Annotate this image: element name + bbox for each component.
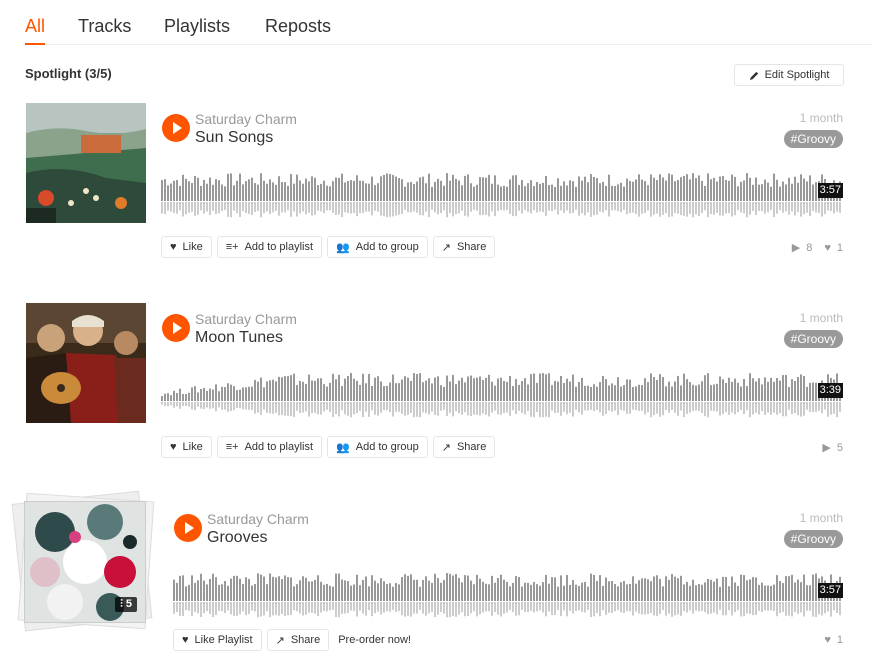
like-label: Like bbox=[182, 441, 203, 453]
group-add-icon: 👥 bbox=[336, 441, 350, 454]
playlist-title[interactable]: Grooves bbox=[207, 529, 267, 547]
share-label: Share bbox=[456, 241, 487, 253]
genre-tag[interactable]: #Groovy bbox=[783, 130, 843, 148]
play-count: ▶ 5 bbox=[822, 441, 843, 455]
add-to-playlist-button[interactable]: ≡+ Add to playlist bbox=[216, 236, 323, 258]
share-label: Share bbox=[290, 634, 321, 646]
play-count-value: 8 bbox=[806, 241, 813, 254]
play-button[interactable] bbox=[162, 314, 190, 342]
play-count: ▶ 8 bbox=[791, 241, 813, 255]
track-age: 1 month bbox=[799, 111, 843, 125]
track-count-badge: ⫶ 5 bbox=[115, 597, 137, 612]
track-duration: 3:39 bbox=[817, 383, 843, 398]
like-count[interactable]: ♥ 1 bbox=[824, 242, 843, 254]
track-duration: 3:57 bbox=[817, 183, 843, 198]
add-to-group-button[interactable]: 👥 Add to group bbox=[327, 236, 428, 258]
share-icon: ↗ bbox=[275, 634, 285, 647]
share-button[interactable]: ↗ Share bbox=[432, 436, 496, 458]
track-title[interactable]: Moon Tunes bbox=[195, 329, 283, 347]
playlist-artwork-stack[interactable]: ⫶ 5 bbox=[11, 490, 155, 632]
track-artist[interactable]: Saturday Charm bbox=[195, 111, 297, 127]
share-button[interactable]: ↗ Share bbox=[266, 629, 330, 651]
heart-icon: ♥ bbox=[170, 241, 177, 253]
add-to-group-button[interactable]: 👥 Add to group bbox=[327, 436, 428, 458]
track-artwork[interactable] bbox=[26, 103, 146, 223]
edit-spotlight-label: Edit Spotlight bbox=[764, 69, 830, 81]
heart-icon: ♥ bbox=[170, 441, 177, 453]
like-count-value: 1 bbox=[836, 241, 843, 254]
like-playlist-button[interactable]: ♥ Like Playlist bbox=[173, 629, 262, 651]
add-to-playlist-icon: ≡+ bbox=[225, 441, 239, 453]
pencil-icon bbox=[749, 71, 758, 80]
heart-icon: ♥ bbox=[824, 634, 831, 646]
genre-tag[interactable]: #Groovy bbox=[783, 530, 843, 548]
play-count-icon: ▶ bbox=[791, 242, 801, 254]
share-icon: ↗ bbox=[441, 441, 451, 454]
add-to-playlist-button[interactable]: ≡+ Add to playlist bbox=[216, 436, 323, 458]
play-count-value: 5 bbox=[836, 441, 843, 454]
share-label: Share bbox=[456, 441, 487, 453]
tab-tracks[interactable]: Tracks bbox=[78, 16, 131, 37]
add-to-playlist-label: Add to playlist bbox=[244, 441, 314, 453]
group-add-icon: 👥 bbox=[336, 241, 350, 254]
track-artist[interactable]: Saturday Charm bbox=[195, 311, 297, 327]
preorder-link[interactable]: Pre-order now! bbox=[338, 629, 411, 651]
like-label: Like bbox=[182, 241, 203, 253]
share-button[interactable]: ↗ Share bbox=[432, 236, 496, 258]
add-to-playlist-icon: ≡+ bbox=[225, 241, 239, 253]
spotlight-title: Spotlight (3/5) bbox=[25, 66, 112, 81]
like-count[interactable]: ♥ 1 bbox=[824, 634, 843, 646]
waveform[interactable]: 3:39 bbox=[161, 359, 843, 419]
track-title[interactable]: Sun Songs bbox=[195, 129, 273, 147]
waveform[interactable]: 3:57 bbox=[173, 559, 843, 619]
waveform[interactable]: 3:57 bbox=[161, 159, 843, 219]
genre-tag[interactable]: #Groovy bbox=[783, 330, 843, 348]
play-button[interactable] bbox=[174, 514, 202, 542]
add-to-group-label: Add to group bbox=[355, 241, 419, 253]
play-count-icon: ▶ bbox=[822, 442, 831, 454]
add-to-group-label: Add to group bbox=[355, 441, 419, 453]
add-to-playlist-label: Add to playlist bbox=[244, 241, 314, 253]
playlist-age: 1 month bbox=[799, 511, 843, 525]
track-count-value: 5 bbox=[125, 598, 132, 610]
like-button[interactable]: ♥ Like bbox=[161, 236, 212, 258]
heart-icon: ♥ bbox=[824, 241, 831, 254]
tab-all[interactable]: All bbox=[25, 16, 46, 45]
profile-tabs: All Tracks Playlists Reposts bbox=[25, 0, 872, 45]
like-playlist-label: Like Playlist bbox=[194, 634, 253, 646]
heart-icon: ♥ bbox=[182, 634, 189, 646]
tab-reposts[interactable]: Reposts bbox=[265, 16, 331, 37]
like-count-value: 1 bbox=[836, 634, 843, 646]
play-button[interactable] bbox=[162, 114, 190, 142]
tab-playlists[interactable]: Playlists bbox=[164, 16, 230, 37]
track-age: 1 month bbox=[799, 311, 843, 325]
track-item: Saturday Charm Sun Songs 1 month #Groovy… bbox=[0, 103, 872, 263]
edit-spotlight-button[interactable]: Edit Spotlight bbox=[734, 64, 844, 86]
track-item: Saturday Charm Moon Tunes 1 month #Groov… bbox=[0, 303, 872, 463]
playlist-duration: 3:57 bbox=[817, 583, 843, 598]
playlist-artist[interactable]: Saturday Charm bbox=[207, 511, 309, 527]
share-icon: ↗ bbox=[441, 241, 451, 254]
like-button[interactable]: ♥ Like bbox=[161, 436, 212, 458]
track-artwork[interactable] bbox=[26, 303, 146, 423]
playlist-item: ⫶ 5 Saturday Charm Grooves 1 month #Groo… bbox=[0, 490, 872, 657]
